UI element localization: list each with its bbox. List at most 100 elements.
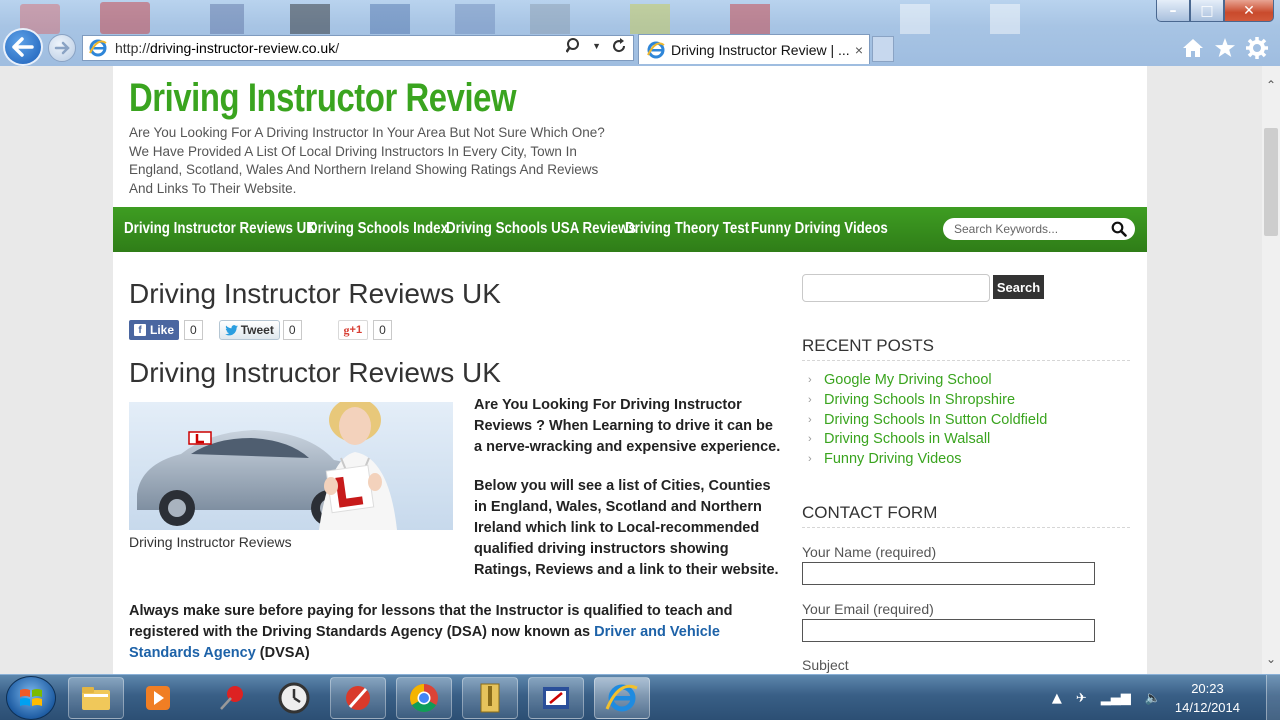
recent-posts-heading: RECENT POSTS xyxy=(802,336,1130,361)
forward-arrow-icon xyxy=(54,41,70,55)
editor-icon xyxy=(543,687,569,709)
folder-icon xyxy=(82,687,110,710)
ccleaner-icon xyxy=(346,686,370,710)
browser-tab[interactable]: Driving Instructor Review | ... × xyxy=(638,34,870,64)
url-text: http://driving-instructor-review.co.uk/ xyxy=(115,40,340,56)
intro-paragraph-1: Are You Looking For Driving Instructor R… xyxy=(474,397,781,455)
tab-title: Driving Instructor Review | ... xyxy=(671,41,850,58)
google-plus-count: 0 xyxy=(373,320,392,340)
nav-search-icon[interactable] xyxy=(1111,221,1127,237)
network-signal-icon[interactable]: ▂▄▆ xyxy=(1101,691,1131,706)
close-window-button[interactable]: ✕ xyxy=(1224,0,1274,22)
post-title: Driving Instructor Reviews UK xyxy=(129,278,501,309)
recent-post-item[interactable]: › Driving Schools In Shropshire xyxy=(802,391,1047,411)
name-field[interactable] xyxy=(802,562,1095,585)
clock-time: 20:23 xyxy=(1191,681,1224,696)
tab-close-icon[interactable]: × xyxy=(855,42,863,58)
volume-icon[interactable]: 🔈 xyxy=(1145,691,1161,706)
taskbar-ccleaner[interactable] xyxy=(330,677,386,719)
windows-logo-icon xyxy=(20,689,42,706)
ie-tab-icon xyxy=(647,41,665,58)
nav-item-usa-reviews[interactable]: Driving Schools USA Reviews xyxy=(446,220,636,238)
taskbar-archive[interactable] xyxy=(462,677,518,719)
scroll-thumb[interactable] xyxy=(1264,128,1278,236)
recent-post-item[interactable]: › Funny Driving Videos xyxy=(802,450,1047,470)
chevron-right-icon: › xyxy=(808,393,812,406)
taskbar-pin-app[interactable] xyxy=(204,677,260,719)
facebook-icon: f xyxy=(134,324,146,336)
start-button[interactable] xyxy=(6,676,56,720)
nav-item-reviews-uk[interactable]: Driving Instructor Reviews UK xyxy=(124,220,316,238)
site-title[interactable]: Driving Instructor Review xyxy=(129,76,517,121)
tray-expand-icon[interactable]: ▲ xyxy=(1052,691,1062,706)
sidebar-search-input[interactable] xyxy=(802,274,990,302)
intro-text: Are You Looking For Driving Instructor R… xyxy=(474,395,784,599)
system-clock[interactable]: 20:23 14/12/2014 xyxy=(1175,679,1240,717)
share-buttons: f Like 0 Tweet 0 g +1 0 xyxy=(129,320,392,340)
home-icon[interactable] xyxy=(1182,38,1204,58)
browser-chrome: – □ ✕ http://driving-instructor-review.c… xyxy=(0,0,1280,66)
clock-date: 14/12/2014 xyxy=(1174,700,1240,715)
taskbar-media-player[interactable] xyxy=(130,677,186,719)
show-desktop-button[interactable] xyxy=(1266,675,1280,720)
action-center-flag-icon[interactable]: ✈ xyxy=(1076,691,1087,706)
search-icon[interactable] xyxy=(566,38,582,54)
new-tab-button[interactable] xyxy=(872,36,894,62)
archive-icon xyxy=(480,683,500,713)
clock-app-icon xyxy=(278,682,310,714)
back-button[interactable] xyxy=(3,28,43,66)
browser-tool-icons xyxy=(1182,37,1268,59)
email-field[interactable] xyxy=(802,619,1095,642)
minimize-button[interactable]: – xyxy=(1156,0,1190,22)
taskbar-editor[interactable] xyxy=(528,677,584,719)
tweet-button[interactable]: Tweet xyxy=(218,320,280,340)
scroll-up-arrow-icon[interactable]: ⌃ xyxy=(1262,76,1280,94)
refresh-icon[interactable] xyxy=(611,38,627,54)
facebook-like-button[interactable]: f Like xyxy=(129,320,180,340)
desktop-icons-strip xyxy=(20,2,1020,34)
taskbar-explorer[interactable] xyxy=(68,677,124,719)
driving-instructor-image[interactable] xyxy=(129,402,453,530)
back-arrow-icon xyxy=(12,37,34,57)
dropdown-arrow-icon[interactable]: ▼ xyxy=(592,41,601,51)
instructor-car-illustration xyxy=(129,402,453,530)
chevron-right-icon: › xyxy=(808,453,812,466)
taskbar-chrome[interactable] xyxy=(396,677,452,719)
maximize-icon: □ xyxy=(1200,2,1214,19)
email-label: Your Email (required) xyxy=(802,601,934,617)
ie-logo-icon xyxy=(89,39,107,57)
google-plus-button[interactable]: g +1 xyxy=(337,320,369,340)
contact-form-heading: CONTACT FORM xyxy=(802,503,1130,528)
media-player-icon xyxy=(146,686,170,710)
tweet-label: Tweet xyxy=(240,323,274,337)
nav-search-placeholder: Search Keywords... xyxy=(954,222,1059,236)
chevron-right-icon: › xyxy=(808,374,812,386)
minimize-icon: – xyxy=(1169,2,1177,19)
main-navigation: Driving Instructor Reviews UK Driving Sc… xyxy=(113,207,1147,252)
nav-search-input[interactable]: Search Keywords... xyxy=(943,218,1135,240)
scroll-down-arrow-icon[interactable]: ⌄ xyxy=(1262,650,1280,668)
dsa-paragraph: Always make sure before paying for lesso… xyxy=(129,601,769,664)
facebook-like-count: 0 xyxy=(184,320,203,340)
twitter-bird-icon xyxy=(224,324,238,335)
taskbar-internet-explorer[interactable] xyxy=(594,677,650,719)
forward-button[interactable] xyxy=(48,34,76,62)
recent-post-item[interactable]: › Google My Driving School xyxy=(802,371,1047,391)
intro-paragraph-2: Below you will see a list of Cities, Cou… xyxy=(474,478,779,578)
vertical-scrollbar[interactable]: ⌃ ⌄ xyxy=(1262,66,1280,674)
subject-label: Subject xyxy=(802,657,849,673)
sidebar-search-button[interactable]: Search xyxy=(993,275,1044,299)
page-content: Driving Instructor Review Are You Lookin… xyxy=(113,66,1147,674)
address-bar[interactable]: http://driving-instructor-review.co.uk/ … xyxy=(82,35,634,61)
recent-post-item[interactable]: › Driving Schools in Walsall xyxy=(802,430,1047,450)
nav-item-theory-test[interactable]: Driving Theory Test xyxy=(625,220,749,238)
settings-gear-icon[interactable] xyxy=(1246,37,1268,59)
taskbar-clock-app[interactable] xyxy=(266,677,322,719)
chrome-icon xyxy=(410,684,438,712)
nav-item-schools-index[interactable]: Driving Schools Index xyxy=(308,220,448,238)
nav-item-funny-videos[interactable]: Funny Driving Videos xyxy=(751,220,888,238)
chevron-right-icon: › xyxy=(808,413,812,426)
recent-post-item[interactable]: › Driving Schools In Sutton Coldfield xyxy=(802,411,1047,431)
maximize-button[interactable]: □ xyxy=(1190,0,1224,22)
favorites-star-icon[interactable] xyxy=(1214,38,1236,58)
